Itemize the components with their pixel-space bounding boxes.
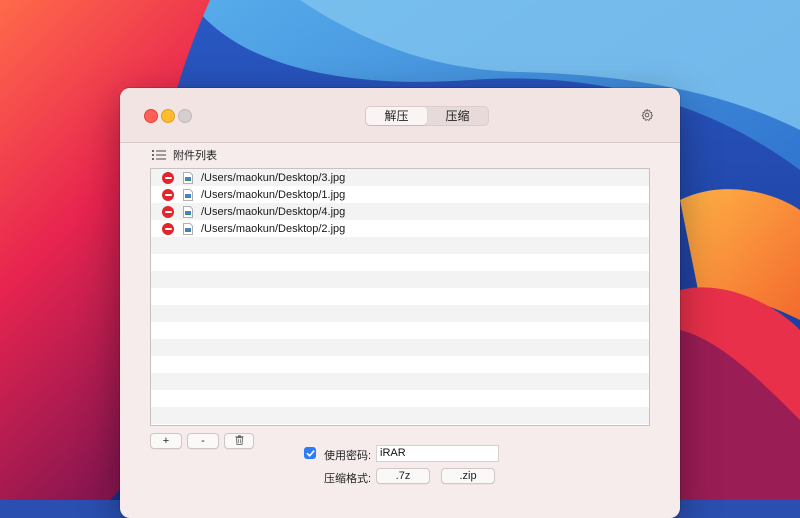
gear-icon[interactable] bbox=[640, 108, 654, 122]
empty-row bbox=[151, 237, 649, 254]
clear-list-button[interactable] bbox=[224, 433, 254, 449]
mode-segmented-control: 解压 压缩 bbox=[365, 106, 489, 126]
empty-row bbox=[151, 305, 649, 322]
remove-circle-icon[interactable] bbox=[162, 222, 174, 235]
list-item[interactable]: /Users/maokun/Desktop/3.jpg bbox=[151, 169, 649, 186]
remove-file-button[interactable]: - bbox=[187, 433, 219, 449]
window-zoom-button[interactable] bbox=[178, 109, 192, 123]
image-file-icon bbox=[183, 222, 193, 235]
image-file-icon bbox=[183, 171, 193, 184]
format-label: 压缩格式: bbox=[324, 473, 372, 485]
empty-row bbox=[151, 271, 649, 288]
titlebar: 解压 压缩 bbox=[120, 88, 680, 143]
empty-row bbox=[151, 356, 649, 373]
attachment-list-title: 附件列表 bbox=[173, 150, 217, 162]
remove-circle-icon[interactable] bbox=[162, 205, 174, 218]
attachment-list-header: 附件列表 bbox=[152, 147, 217, 163]
file-path: /Users/maokun/Desktop/2.jpg bbox=[201, 222, 346, 235]
format-7z-button[interactable]: .7z bbox=[376, 468, 430, 484]
empty-row bbox=[151, 322, 649, 339]
password-label: 使用密码: bbox=[324, 450, 372, 462]
image-file-icon bbox=[183, 205, 193, 218]
list-item[interactable]: /Users/maokun/Desktop/4.jpg bbox=[151, 203, 649, 220]
list-icon bbox=[152, 150, 166, 160]
window-close-button[interactable] bbox=[144, 109, 158, 123]
empty-row bbox=[151, 373, 649, 390]
list-item[interactable]: /Users/maokun/Desktop/1.jpg bbox=[151, 186, 649, 203]
file-path: /Users/maokun/Desktop/4.jpg bbox=[201, 205, 346, 218]
empty-row bbox=[151, 407, 649, 424]
remove-circle-icon[interactable] bbox=[162, 171, 174, 184]
attachment-list[interactable]: /Users/maokun/Desktop/3.jpg /Users/maoku… bbox=[150, 168, 650, 426]
list-item[interactable]: /Users/maokun/Desktop/2.jpg bbox=[151, 220, 649, 237]
remove-circle-icon[interactable] bbox=[162, 188, 174, 201]
empty-row bbox=[151, 288, 649, 305]
file-path: /Users/maokun/Desktop/1.jpg bbox=[201, 188, 346, 201]
checkmark-icon bbox=[306, 449, 314, 457]
empty-row bbox=[151, 339, 649, 356]
irar-window: 解压 压缩 附件列表 /Users/maokun/Desktop/3.jpg /… bbox=[120, 88, 680, 518]
image-file-icon bbox=[183, 188, 193, 201]
file-path: /Users/maokun/Desktop/3.jpg bbox=[201, 171, 346, 184]
password-field[interactable]: iRAR bbox=[376, 445, 499, 462]
window-minimize-button[interactable] bbox=[161, 109, 175, 123]
tab-extract[interactable]: 解压 bbox=[366, 107, 427, 125]
format-zip-button[interactable]: .zip bbox=[441, 468, 495, 484]
use-password-checkbox[interactable] bbox=[304, 447, 316, 459]
tab-compress[interactable]: 压缩 bbox=[427, 107, 488, 125]
empty-row bbox=[151, 254, 649, 271]
add-file-button[interactable]: + bbox=[150, 433, 182, 449]
empty-row bbox=[151, 390, 649, 407]
trash-icon bbox=[234, 435, 244, 445]
